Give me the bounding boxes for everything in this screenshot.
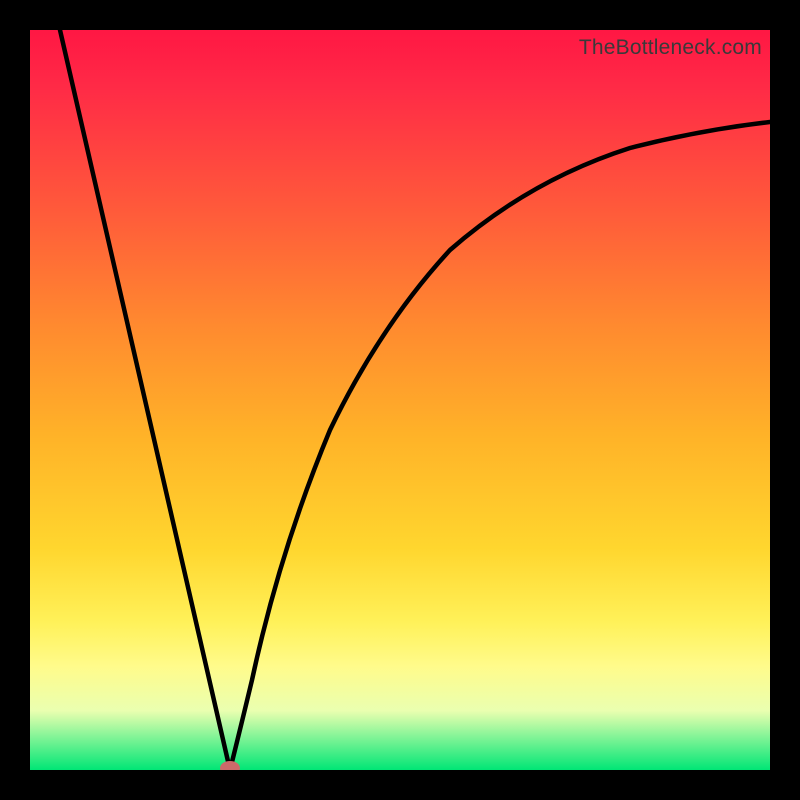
curve-layer [30, 30, 770, 770]
curve-left-branch [60, 30, 230, 770]
minimum-marker [220, 761, 240, 770]
plot-area: TheBottleneck.com [30, 30, 770, 770]
curve-right-branch [230, 122, 770, 770]
